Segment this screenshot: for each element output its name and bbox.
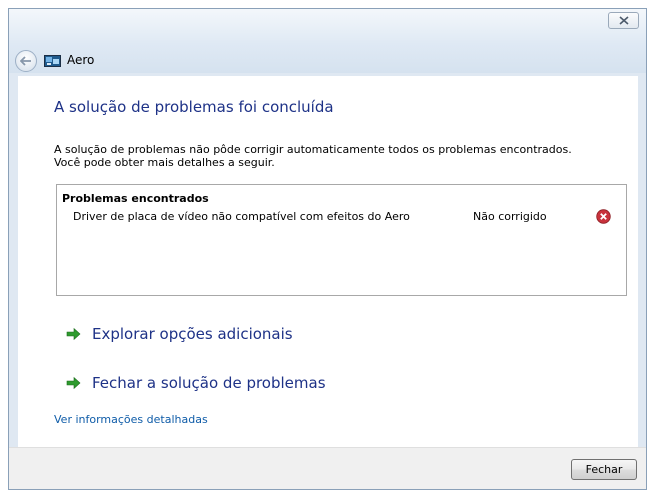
problem-row: Driver de placa de vídeo não compatível … — [57, 209, 626, 228]
troubleshooter-window: Aero A solução de problemas foi concluíd… — [8, 8, 647, 490]
close-troubleshooter-link[interactable]: Fechar a solução de problemas — [66, 374, 326, 392]
window-close-button[interactable] — [608, 12, 639, 29]
problems-list-header: Problemas encontrados — [62, 192, 209, 205]
explore-options-label: Explorar opções adicionais — [92, 325, 293, 343]
window-frame: Aero — [9, 9, 646, 73]
content-panel: A solução de problemas foi concluída A s… — [18, 76, 638, 449]
back-arrow-icon — [20, 56, 31, 66]
green-arrow-icon — [66, 327, 81, 341]
back-button[interactable] — [15, 50, 37, 72]
problem-status: Não corrigido — [473, 210, 547, 223]
close-icon — [618, 16, 629, 25]
view-detailed-info-link[interactable]: Ver informações detalhadas — [54, 413, 208, 426]
problems-found-list: Problemas encontrados Driver de placa de… — [56, 184, 627, 296]
description-line-1: A solução de problemas não pôde corrigir… — [54, 143, 572, 156]
result-description: A solução de problemas não pôde corrigir… — [54, 143, 629, 169]
green-arrow-icon — [66, 376, 81, 390]
problem-description: Driver de placa de vídeo não compatível … — [73, 210, 410, 223]
page-title: A solução de problemas foi concluída — [54, 98, 334, 116]
close-troubleshooter-label: Fechar a solução de problemas — [92, 374, 326, 392]
explore-options-link[interactable]: Explorar opções adicionais — [66, 325, 293, 343]
error-icon — [596, 209, 611, 224]
footer-bar: Fechar — [9, 447, 646, 489]
aero-app-icon — [44, 55, 61, 67]
close-button[interactable]: Fechar — [571, 459, 637, 480]
window-title: Aero — [67, 53, 95, 67]
description-line-2: Você pode obter mais detalhes a seguir. — [54, 156, 275, 169]
